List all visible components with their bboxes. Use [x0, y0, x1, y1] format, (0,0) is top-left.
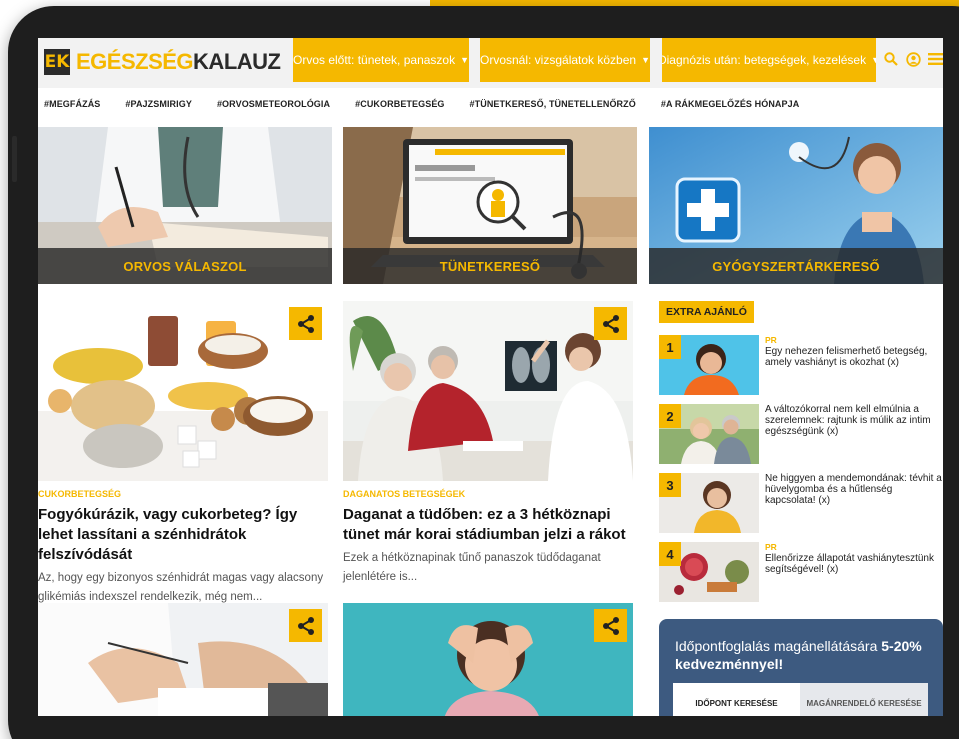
article-excerpt: Ezek a hétköznapinak tűnő panaszok tüdőd… — [343, 552, 601, 583]
header-icons — [883, 51, 943, 67]
article-excerpt: Az, hogy egy bizonyos szénhidrát magas v… — [38, 572, 324, 603]
extra-item-thumbnail: 4 — [659, 542, 759, 602]
hero-tile-doctor-answers[interactable]: ORVOS VÁLASZOL — [38, 127, 332, 284]
hero-tile-label: TÜNETKERESŐ — [343, 248, 637, 284]
nav-dropdown-label: Orvosnál: vizsgálatok közben — [480, 53, 637, 67]
share-icon — [297, 314, 314, 333]
article-category[interactable]: CUKORBETEGSÉG — [38, 489, 328, 499]
extra-item-text: Ne higgyen a mendemondának: tévhit a hüv… — [765, 473, 943, 506]
article-category[interactable]: DAGANATOS BETEGSÉGEK — [343, 489, 633, 499]
extra-item-text: PR Egy nehezen felismerhető betegség, am… — [765, 335, 943, 368]
hero-tile-label: GYÓGYSZERTÁRKERESŐ — [649, 248, 943, 284]
headache-woman-image — [343, 603, 633, 716]
chevron-down-icon: ▼ — [871, 55, 876, 65]
logo-text-a: EGÉSZSÉG — [76, 49, 194, 74]
article-image — [38, 603, 328, 716]
article-image — [343, 301, 633, 481]
article-card[interactable] — [38, 603, 328, 716]
menu-icon[interactable] — [927, 51, 943, 67]
tab-appointment-search[interactable]: IDŐPONT KERESÉSE — [673, 683, 800, 716]
article-image — [343, 603, 633, 716]
extra-item[interactable]: 4 PR Ellenőrizze állapotát vashiányteszt… — [659, 542, 943, 602]
article-title[interactable]: Daganat a tüdőben: ez a 3 hétköznapi tün… — [343, 505, 633, 545]
hashtag-link[interactable]: #MEGFÁZÁS — [44, 99, 100, 109]
tab-clinic-search[interactable]: MAGÁNRENDELŐ KERESÉSE — [800, 683, 928, 716]
share-icon — [297, 616, 314, 635]
nav-dropdown-before-doctor[interactable]: Orvos előtt: tünetek, panaszok ▼ — [293, 38, 469, 82]
lung-xray-consultation-image — [343, 301, 633, 481]
hero-tile-symptom-checker[interactable]: TÜNETKERESŐ — [343, 127, 637, 284]
share-button[interactable] — [289, 609, 322, 642]
extra-item[interactable]: 2 A változókorral nem kell elmúlnia a sz… — [659, 404, 943, 464]
extra-item-number: 4 — [659, 542, 681, 566]
booking-title-text: Időpontfoglalás magánellátására — [675, 638, 882, 654]
hero-tile-pharmacy-finder[interactable]: GYÓGYSZERTÁRKERESŐ — [649, 127, 943, 284]
hashtag-bar: #MEGFÁZÁS #PAJZSMIRIGY #ORVOSMETEOROLÓGI… — [38, 94, 943, 114]
extra-item-text: PR Ellenőrizze állapotát vashiánytesztün… — [765, 542, 943, 575]
logo-text: EGÉSZSÉGKALAUZ — [76, 49, 281, 75]
carbohydrates-image — [38, 301, 328, 481]
extra-recommendations: EXTRA AJÁNLÓ 1 PR Egy nehezen felismerhe… — [659, 301, 943, 602]
nav-dropdown-at-doctor[interactable]: Orvosnál: vizsgálatok közben ▼ — [480, 38, 650, 82]
site-logo[interactable]: EK EGÉSZSÉGKALAUZ — [44, 46, 281, 78]
share-icon — [602, 616, 619, 635]
chevron-down-icon: ▼ — [460, 55, 469, 65]
share-button[interactable] — [594, 307, 627, 340]
site-header: EK EGÉSZSÉGKALAUZ Orvos előtt: tünetek, … — [38, 38, 943, 88]
share-button[interactable] — [289, 307, 322, 340]
article-card[interactable]: DAGANATOS BETEGSÉGEK Daganat a tüdőben: … — [343, 301, 633, 587]
article-card[interactable] — [343, 603, 633, 716]
extra-heading: EXTRA AJÁNLÓ — [659, 301, 754, 323]
article-card[interactable]: CUKORBETEGSÉG Fogyókúrázik, vagy cukorbe… — [38, 301, 328, 607]
nav-dropdown-label: Orvos előtt: tünetek, panaszok — [293, 53, 456, 67]
extra-item[interactable]: 1 PR Egy nehezen felismerhető betegség, … — [659, 335, 943, 395]
article-image — [38, 301, 328, 481]
hashtag-link[interactable]: #CUKORBETEGSÉG — [355, 99, 444, 109]
extra-item-thumbnail: 3 — [659, 473, 759, 533]
screen: EK EGÉSZSÉGKALAUZ Orvos előtt: tünetek, … — [38, 38, 943, 716]
user-icon[interactable] — [905, 51, 921, 67]
pr-label: PR — [765, 335, 777, 345]
extra-item-title[interactable]: Egy nehezen felismerhető betegség, amely… — [765, 346, 943, 368]
tablet-side-button — [12, 136, 17, 182]
hashtag-link[interactable]: #A RÁKMEGELŐZÉS HÓNAPJA — [661, 99, 799, 109]
extra-item-thumbnail: 1 — [659, 335, 759, 395]
share-icon — [602, 314, 619, 333]
hero-tile-label: ORVOS VÁLASZOL — [38, 248, 332, 284]
extra-item-number: 2 — [659, 404, 681, 428]
extra-item-title[interactable]: Ne higgyen a mendemondának: tévhit a hüv… — [765, 473, 943, 506]
chevron-down-icon: ▼ — [641, 55, 650, 65]
logo-mark: EK — [44, 49, 70, 75]
extra-item-title[interactable]: Ellenőrizze állapotát vashiánytesztünk s… — [765, 553, 943, 575]
nav-dropdown-after-diagnosis[interactable]: Diagnózis után: betegségek, kezelések ▼ — [662, 38, 876, 82]
stage: EK EGÉSZSÉGKALAUZ Orvos előtt: tünetek, … — [0, 0, 959, 739]
extra-item-number: 3 — [659, 473, 681, 497]
booking-title: Időpontfoglalás magánellátására 5-20% ke… — [675, 637, 935, 673]
search-icon[interactable] — [883, 51, 899, 67]
logo-text-b: KALAUZ — [193, 49, 281, 74]
doctor-writing-prescription-image — [38, 603, 328, 716]
share-button[interactable] — [594, 609, 627, 642]
extra-item-thumbnail: 2 — [659, 404, 759, 464]
pr-label: PR — [765, 542, 777, 552]
extra-item-text: A változókorral nem kell elmúlnia a szer… — [765, 404, 943, 437]
article-title[interactable]: Fogyókúrázik, vagy cukorbeteg? Így lehet… — [38, 505, 328, 565]
booking-widget: Időpontfoglalás magánellátására 5-20% ke… — [659, 619, 943, 716]
extra-item-title[interactable]: A változókorral nem kell elmúlnia a szer… — [765, 404, 943, 437]
nav-dropdown-label: Diagnózis után: betegségek, kezelések — [662, 53, 867, 67]
extra-item[interactable]: 3 Ne higgyen a mendemondának: tévhit a h… — [659, 473, 943, 533]
hashtag-link[interactable]: #PAJZSMIRIGY — [125, 99, 192, 109]
hashtag-link[interactable]: #ORVOSMETEOROLÓGIA — [217, 99, 330, 109]
hashtag-link[interactable]: #TÜNETKERESŐ, TÜNETELLENŐRZŐ — [470, 99, 636, 109]
extra-item-number: 1 — [659, 335, 681, 359]
